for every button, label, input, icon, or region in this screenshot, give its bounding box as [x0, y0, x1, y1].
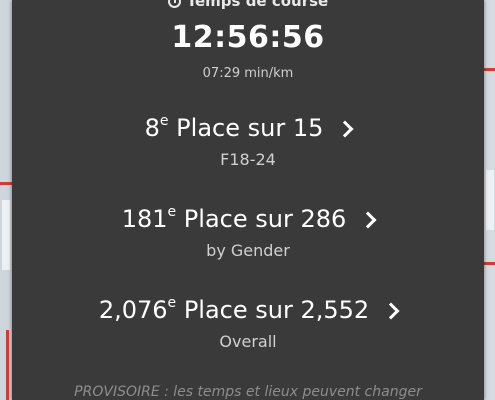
- rank: 2,076: [98, 296, 168, 324]
- screen: Temps de course 12:56:56 07:29 min/km 8e…: [0, 0, 495, 400]
- chevron-right-icon: [336, 120, 354, 138]
- placement-category-link[interactable]: 8e Place sur 15: [12, 113, 484, 142]
- placement-text: 181e Place sur 286: [121, 204, 347, 233]
- race-time-label: Temps de course: [186, 0, 329, 10]
- result-panel: Temps de course 12:56:56 07:29 min/km 8e…: [12, 0, 484, 400]
- map-left-edge: [0, 0, 12, 400]
- rank-suffix: e: [167, 204, 177, 220]
- race-time-title: Temps de course: [12, 0, 484, 10]
- map-road: [2, 200, 10, 270]
- placement-overall: 2,076e Place sur 2,552 Overall: [12, 295, 484, 351]
- rank: 181: [121, 205, 168, 233]
- placement-gender-name: by Gender: [206, 241, 290, 260]
- rank: 8: [144, 114, 160, 142]
- placement-gender-link[interactable]: 181e Place sur 286: [12, 204, 484, 233]
- placement-text: 8e Place sur 15: [144, 113, 324, 142]
- place-label: Place sur 2,552: [183, 296, 370, 324]
- chevron-right-icon: [382, 302, 400, 320]
- route-line: [0, 182, 12, 185]
- map-road: [486, 170, 494, 230]
- chevron-right-icon: [359, 211, 377, 229]
- placement-text: 2,076e Place sur 2,552: [98, 295, 370, 324]
- route-line: [6, 330, 9, 400]
- placement-category: 8e Place sur 15 F18-24: [12, 113, 484, 169]
- rank-suffix: e: [167, 295, 177, 311]
- placement-overall-link[interactable]: 2,076e Place sur 2,552: [12, 295, 484, 324]
- route-line: [484, 262, 495, 265]
- pace: 07:29 min/km: [202, 66, 294, 81]
- map-right-edge: [484, 0, 495, 400]
- placement-category-name: F18-24: [220, 150, 276, 169]
- placement-gender: 181e Place sur 286 by Gender: [12, 204, 484, 260]
- route-line: [484, 68, 495, 71]
- rank-suffix: e: [159, 113, 169, 129]
- clock-icon: [167, 0, 181, 8]
- finish-time: 12:56:56: [171, 20, 325, 55]
- placement-overall-name: Overall: [219, 332, 277, 351]
- place-label: Place sur 15: [176, 114, 324, 142]
- provisional-disclaimer: PROVISOIRE : les temps et lieux peuvent …: [74, 384, 422, 400]
- place-label: Place sur 286: [183, 205, 347, 233]
